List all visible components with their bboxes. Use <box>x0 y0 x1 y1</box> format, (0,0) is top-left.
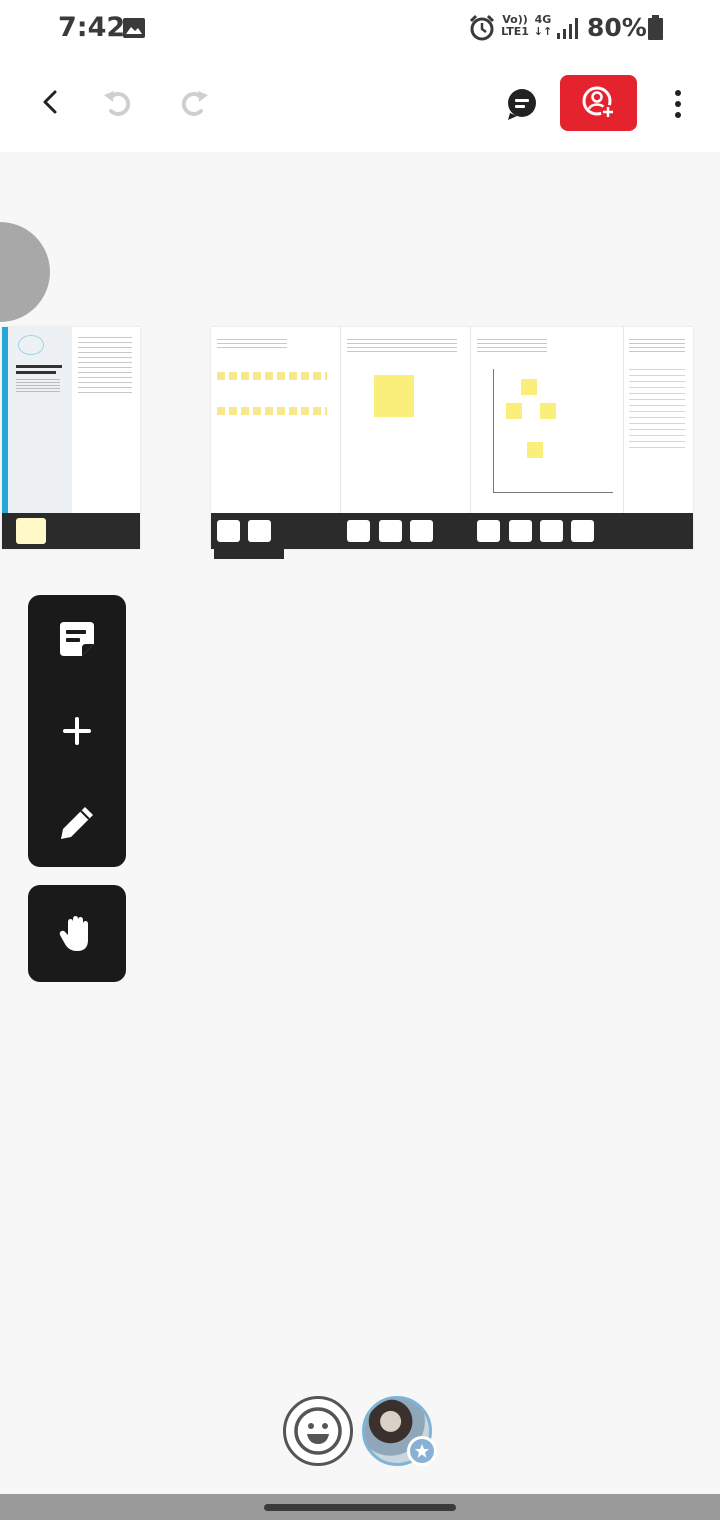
reaction-button[interactable] <box>283 1396 353 1466</box>
hand-icon <box>59 915 88 951</box>
mini-thumb[interactable] <box>509 520 532 542</box>
board-cover-panel <box>8 327 72 517</box>
sticky-note-small <box>527 442 543 458</box>
undo-button[interactable] <box>98 82 138 122</box>
mini-thumb[interactable] <box>347 520 370 542</box>
board-bottom-strip <box>211 513 693 549</box>
home-gesture-handle[interactable] <box>264 1504 456 1511</box>
more-vertical-icon <box>675 90 681 118</box>
section-text-3 <box>477 339 547 353</box>
smiley-icon <box>294 1407 342 1455</box>
section-text-5 <box>629 369 685 449</box>
sticky-note-icon <box>60 622 94 656</box>
redo-button[interactable] <box>174 82 214 122</box>
plus-icon <box>63 717 91 745</box>
undo-icon <box>104 91 131 116</box>
sticky-note-large <box>374 375 414 417</box>
mini-thumb[interactable] <box>571 520 594 542</box>
battery-percent: 80% <box>587 13 647 42</box>
sticky-note-tool[interactable] <box>28 595 126 683</box>
section-text-2 <box>347 339 457 355</box>
signal-icon <box>557 18 578 39</box>
chevron-left-icon <box>43 90 57 114</box>
sticky-row <box>217 407 327 415</box>
comments-button[interactable] <box>500 82 544 126</box>
mini-thumb[interactable] <box>16 518 46 544</box>
volte-line2: LTE1 <box>501 25 529 38</box>
alarm-icon <box>469 14 495 41</box>
share-button[interactable] <box>560 75 637 131</box>
top-toolbar <box>0 56 720 152</box>
data-arrows-icon: ↓↑ <box>533 25 553 38</box>
more-options-button[interactable] <box>660 82 696 126</box>
add-user-icon <box>582 86 615 119</box>
hand-tool[interactable] <box>28 885 126 982</box>
remote-cursor-blob <box>0 222 50 322</box>
mini-thumb[interactable] <box>410 520 433 542</box>
pen-tool[interactable] <box>28 779 126 867</box>
board-cover-graphic <box>18 335 44 355</box>
status-time: 7:42 <box>58 12 126 43</box>
battery-icon <box>648 15 663 40</box>
star-icon <box>415 1444 429 1458</box>
avatar-badge <box>407 1436 437 1466</box>
board-bottom-strip <box>2 513 140 549</box>
add-tool[interactable] <box>28 687 126 775</box>
sticky-note-small <box>506 403 522 419</box>
board-divider <box>340 327 341 513</box>
comments-icon <box>508 89 536 120</box>
back-button[interactable] <box>30 82 70 122</box>
board-heading-lines-2 <box>16 371 56 374</box>
board-divider <box>623 327 624 513</box>
brainstorm-board[interactable] <box>2 327 140 549</box>
redo-icon <box>181 91 208 116</box>
board-text-block-2 <box>78 337 132 397</box>
board-strip-tab <box>214 549 284 559</box>
gallery-icon <box>123 18 145 38</box>
board-text-block <box>16 379 60 393</box>
volte-indicator: Vo)) LTE1 <box>501 14 529 38</box>
network-indicator: 4G ↓↑ <box>532 14 554 38</box>
section-text-4 <box>629 339 685 353</box>
board-divider <box>470 327 471 513</box>
pen-icon <box>61 807 93 839</box>
sticky-note-small <box>540 403 556 419</box>
mini-thumb[interactable] <box>379 520 402 542</box>
mini-thumb[interactable] <box>477 520 500 542</box>
mini-thumb[interactable] <box>248 520 271 542</box>
status-bar: 7:42 Vo)) LTE1 4G ↓↑ 80% <box>0 0 720 56</box>
tool-palette <box>28 595 126 867</box>
mini-thumb[interactable] <box>217 520 240 542</box>
chart-axes <box>493 369 613 493</box>
sticky-note-small <box>521 379 537 395</box>
sticky-row <box>217 372 327 380</box>
section-text-1 <box>217 339 287 351</box>
mini-thumb[interactable] <box>540 520 563 542</box>
board-heading-lines <box>16 365 62 368</box>
activities-board[interactable] <box>211 327 693 559</box>
